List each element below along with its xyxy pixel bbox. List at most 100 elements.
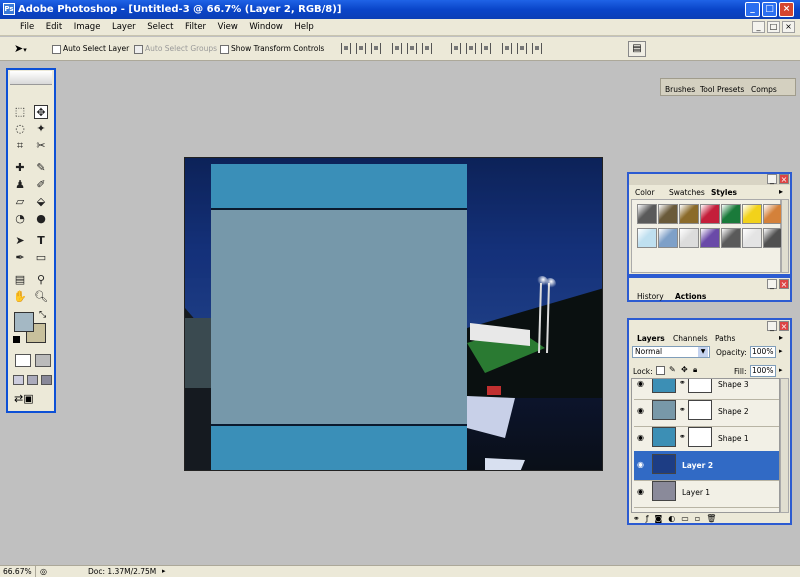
style-swatch[interactable] xyxy=(637,204,657,224)
lasso-tool-icon[interactable]: ◌ xyxy=(13,122,27,136)
lock-all-icon[interactable]: 🔒︎ xyxy=(693,365,697,375)
path-selection-tool-icon[interactable]: ➤ xyxy=(13,234,27,248)
link-icon[interactable]: ⚭ xyxy=(679,379,686,387)
magic-wand-tool-icon[interactable]: ✦ xyxy=(34,122,48,136)
styles-scrollbar[interactable] xyxy=(781,199,789,273)
shape-1-rectangle[interactable] xyxy=(211,424,467,470)
menu-select[interactable]: Select xyxy=(147,19,173,36)
clone-stamp-tool-icon[interactable]: ♟ xyxy=(13,178,27,192)
full-screen-menu-mode-icon[interactable] xyxy=(27,375,38,385)
doc-minimize-button[interactable]: _ xyxy=(752,21,765,33)
styles-panel-minimize-button[interactable]: _ xyxy=(767,174,777,184)
shape-2-rectangle[interactable] xyxy=(211,210,467,424)
actions-panel-minimize-button[interactable]: _ xyxy=(767,279,777,289)
style-swatch[interactable] xyxy=(763,204,783,224)
shape-3-rectangle[interactable] xyxy=(211,164,467,210)
lock-position-icon[interactable]: ✥ xyxy=(681,365,688,374)
adjustment-layer-icon[interactable]: ◐ xyxy=(668,514,681,523)
auto-select-layer-checkbox[interactable] xyxy=(52,44,61,54)
crop-tool-icon[interactable]: ⌗ xyxy=(13,139,27,153)
style-swatch[interactable] xyxy=(637,228,657,248)
link-icon[interactable]: ⚭ xyxy=(679,405,686,414)
adobe-feather-icon[interactable] xyxy=(10,71,52,85)
move-tool-icon[interactable]: ✥ xyxy=(34,105,48,119)
layer-row[interactable]: ◉ ⚭ Shape 2 xyxy=(634,397,779,427)
align-bottom-icon[interactable] xyxy=(371,43,381,54)
status-info-icon[interactable]: ◎ xyxy=(40,566,47,577)
layers-panel-close-button[interactable]: × xyxy=(779,321,789,331)
opacity-slider-arrow-icon[interactable]: ▸ xyxy=(779,347,783,355)
menu-layer[interactable]: Layer xyxy=(112,19,136,36)
menu-file[interactable]: File xyxy=(20,19,34,36)
swap-colors-icon[interactable]: ⤡ xyxy=(39,310,46,320)
brush-tool-icon[interactable]: ✎ xyxy=(34,161,48,175)
restore-button[interactable]: □ xyxy=(762,2,777,17)
file-browser-icon[interactable]: ▤ xyxy=(628,41,646,57)
align-right-icon[interactable] xyxy=(422,43,432,54)
blend-mode-select[interactable]: Normal ▼ xyxy=(632,346,710,358)
link-layers-icon[interactable]: ⚭ xyxy=(633,514,646,523)
default-colors-icon[interactable] xyxy=(13,336,20,343)
doc-restore-button[interactable]: □ xyxy=(767,21,780,33)
eraser-tool-icon[interactable]: ▱ xyxy=(13,195,27,209)
minimize-button[interactable]: _ xyxy=(745,2,760,17)
layer-row[interactable]: ◉ Layer 1 xyxy=(634,478,779,508)
blur-tool-icon[interactable]: ◔ xyxy=(13,212,27,226)
layer-style-icon[interactable]: ƒ xyxy=(646,514,655,523)
layers-scrollbar[interactable] xyxy=(780,378,789,513)
new-group-icon[interactable]: ▭ xyxy=(681,514,695,523)
tab-color[interactable]: Color xyxy=(635,188,655,197)
style-swatch[interactable] xyxy=(679,228,699,248)
show-transform-controls-checkbox[interactable] xyxy=(220,44,229,54)
style-swatch[interactable] xyxy=(742,204,762,224)
style-swatch[interactable] xyxy=(742,228,762,248)
layers-panel-menu-icon[interactable]: ▸ xyxy=(779,333,783,342)
distribute-bottom-icon[interactable] xyxy=(481,43,491,54)
fill-input[interactable]: 100% xyxy=(750,365,776,377)
doc-close-button[interactable]: × xyxy=(782,21,795,33)
menu-filter[interactable]: Filter xyxy=(185,19,206,36)
tab-channels[interactable]: Channels xyxy=(673,334,708,343)
healing-brush-tool-icon[interactable]: ✚ xyxy=(13,161,27,175)
tab-history[interactable]: History xyxy=(637,292,664,301)
layer-row[interactable]: ◉ Layer 2 xyxy=(634,451,779,481)
visibility-eye-icon[interactable]: ◉ xyxy=(637,460,647,469)
slice-tool-icon[interactable]: ✂ xyxy=(34,139,48,153)
new-layer-icon[interactable]: ▫ xyxy=(695,514,706,523)
style-swatch[interactable] xyxy=(721,204,741,224)
history-brush-tool-icon[interactable]: ✐ xyxy=(34,178,48,192)
visibility-eye-icon[interactable]: ◉ xyxy=(637,433,647,442)
zoom-level[interactable]: 66.67% xyxy=(0,566,36,577)
tab-brushes[interactable]: Brushes xyxy=(665,85,695,94)
style-swatch[interactable] xyxy=(700,204,720,224)
opacity-input[interactable]: 100% xyxy=(750,346,776,358)
jump-to-imageready-icon[interactable]: ⇄▣ xyxy=(14,392,50,406)
hand-tool-icon[interactable]: ✋ xyxy=(13,290,27,304)
tab-comps[interactable]: Comps xyxy=(751,85,777,94)
paint-bucket-tool-icon[interactable]: ⬙ xyxy=(34,195,48,209)
dodge-tool-icon[interactable]: ● xyxy=(34,212,48,226)
align-left-icon[interactable] xyxy=(392,43,402,54)
lock-image-icon[interactable]: ✎ xyxy=(669,365,676,374)
status-menu-arrow-icon[interactable]: ▸ xyxy=(162,566,166,577)
align-top-icon[interactable] xyxy=(341,43,351,54)
pen-tool-icon[interactable]: ✒ xyxy=(13,251,27,265)
distribute-vertical-center-icon[interactable] xyxy=(466,43,476,54)
standard-mode-icon[interactable] xyxy=(15,354,31,367)
show-transform-controls-option[interactable]: Show Transform Controls xyxy=(220,44,324,54)
close-button[interactable]: × xyxy=(779,2,794,17)
actions-panel-close-button[interactable]: × xyxy=(779,279,789,289)
style-swatch[interactable] xyxy=(721,228,741,248)
align-vertical-center-icon[interactable] xyxy=(356,43,366,54)
menu-image[interactable]: Image xyxy=(74,19,101,36)
visibility-eye-icon[interactable]: ◉ xyxy=(637,487,647,496)
style-swatch[interactable] xyxy=(679,204,699,224)
standard-screen-mode-icon[interactable] xyxy=(13,375,24,385)
styles-panel-close-button[interactable]: × xyxy=(779,174,789,184)
move-tool-preset-icon[interactable]: ➤▾ xyxy=(14,42,40,56)
auto-select-layer-option[interactable]: Auto Select Layer xyxy=(52,44,129,54)
tab-tool-presets[interactable]: Tool Presets xyxy=(700,85,744,94)
layers-panel-minimize-button[interactable]: _ xyxy=(767,321,777,331)
type-tool-icon[interactable]: T xyxy=(34,234,48,248)
style-swatch[interactable] xyxy=(658,204,678,224)
